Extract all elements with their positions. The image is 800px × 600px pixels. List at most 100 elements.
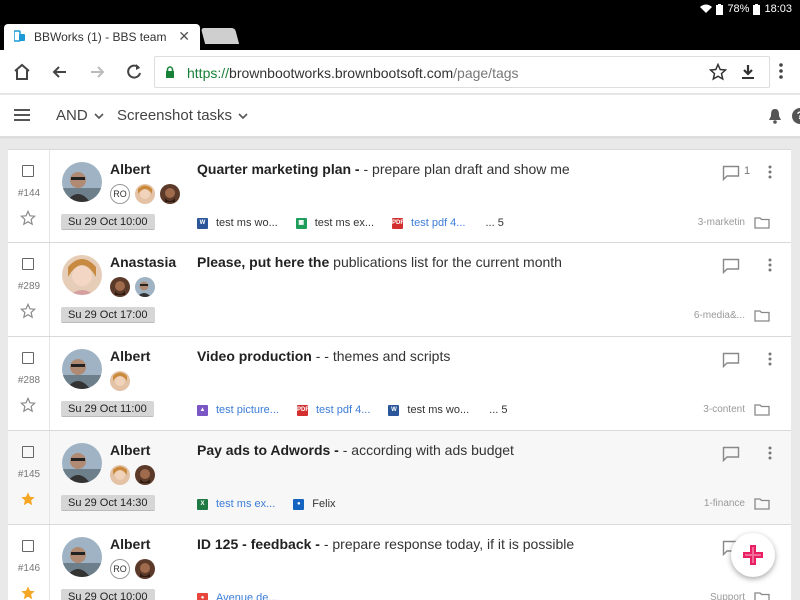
folder-icon[interactable] bbox=[754, 309, 770, 322]
battery-full-icon bbox=[753, 3, 761, 15]
task-title[interactable]: Video production - - themes and scripts bbox=[197, 348, 450, 364]
task-checkbox[interactable] bbox=[22, 352, 34, 364]
forward-arrow-icon[interactable] bbox=[87, 62, 107, 82]
filter-label: AND bbox=[56, 107, 88, 124]
folder-icon[interactable] bbox=[754, 591, 770, 600]
assignee-avatar[interactable] bbox=[135, 465, 155, 485]
add-task-fab[interactable] bbox=[731, 533, 775, 577]
task-checkbox[interactable] bbox=[22, 165, 34, 177]
star-outline-icon[interactable] bbox=[20, 210, 36, 226]
reload-icon[interactable] bbox=[124, 62, 144, 82]
task-row[interactable]: #144 Albert RO Su 29 Oct 10:00 Quarter m… bbox=[8, 149, 791, 243]
chevron-down-icon bbox=[238, 112, 248, 119]
owner-name: Albert bbox=[110, 161, 151, 177]
more-attachments[interactable]: ... 5 bbox=[489, 404, 507, 416]
assignee-avatar[interactable] bbox=[110, 465, 130, 485]
task-title[interactable]: Pay ads to Adwords - - according with ad… bbox=[197, 442, 514, 458]
browser-tab-active[interactable]: BBWorks (1) - BBS team ✕ bbox=[4, 24, 200, 50]
task-list: #144 Albert RO Su 29 Oct 10:00 Quarter m… bbox=[8, 149, 791, 600]
attachments: Xtest ms ex... ● Felix bbox=[197, 498, 354, 510]
task-title[interactable]: ID 125 - feedback - - prepare response t… bbox=[197, 536, 574, 552]
star-outline-icon[interactable] bbox=[20, 303, 36, 319]
folder-icon[interactable] bbox=[754, 497, 770, 510]
more-attachments[interactable]: ... 5 bbox=[485, 217, 503, 229]
task-row[interactable]: #145 Albert Su 29 Oct 14:30 Pay ads to A… bbox=[8, 431, 791, 525]
url-text: https://brownbootworks.brownbootsoft.com… bbox=[187, 65, 519, 81]
address-bar[interactable]: https://brownbootworks.brownbootsoft.com… bbox=[154, 56, 770, 88]
filter-dropdown[interactable]: AND bbox=[56, 107, 104, 124]
app-header: AND Screenshot tasks ? bbox=[0, 95, 800, 137]
image-file-icon: ▲ bbox=[197, 404, 208, 416]
attachment[interactable]: ▦ test ms ex... bbox=[295, 217, 374, 229]
row-menu-icon[interactable] bbox=[768, 446, 772, 460]
comment-icon[interactable] bbox=[722, 165, 740, 181]
new-tab-button[interactable] bbox=[200, 28, 240, 44]
task-checkbox[interactable] bbox=[22, 446, 34, 458]
attachment[interactable]: PDF test pdf 4... bbox=[392, 217, 465, 229]
assignee-avatar[interactable] bbox=[160, 184, 180, 204]
task-title[interactable]: Please, put here the publications list f… bbox=[197, 254, 562, 270]
row-gutter: #146 bbox=[8, 525, 50, 600]
owner-name: Albert bbox=[110, 442, 151, 458]
row-menu-icon[interactable] bbox=[768, 352, 772, 366]
bookmark-star-icon[interactable] bbox=[709, 63, 727, 81]
due-date-badge: Su 29 Oct 10:00 bbox=[61, 214, 155, 230]
project-tag: 3-content bbox=[703, 404, 745, 415]
row-gutter: #289 bbox=[8, 243, 50, 336]
home-icon[interactable] bbox=[12, 62, 32, 82]
folder-icon[interactable] bbox=[754, 403, 770, 416]
assignee-avatar[interactable] bbox=[110, 371, 130, 391]
star-filled-icon[interactable] bbox=[20, 585, 36, 600]
comment-icon[interactable] bbox=[722, 352, 740, 368]
notifications-bell-icon[interactable] bbox=[768, 108, 782, 124]
task-checkbox[interactable] bbox=[22, 258, 34, 270]
attachment[interactable]: ● Felix bbox=[293, 498, 336, 510]
owner-avatar[interactable] bbox=[62, 443, 102, 483]
clock: 18:03 bbox=[764, 3, 792, 15]
project-tag: 6-media&... bbox=[693, 310, 745, 321]
browser-menu-icon[interactable] bbox=[778, 62, 784, 80]
task-row[interactable]: #146 Albert RO Su 29 Oct 10:00 ID 125 - … bbox=[8, 525, 791, 600]
browser-toolbar: https://brownbootworks.brownbootsoft.com… bbox=[0, 50, 800, 94]
attachment[interactable]: Xtest ms ex... bbox=[197, 498, 275, 510]
attachments: Wtest ms wo... ▦ test ms ex... PDF test pd… bbox=[197, 217, 504, 229]
task-row[interactable]: #288 Albert Su 29 Oct 11:00 Video produc… bbox=[8, 337, 791, 431]
attachment[interactable]: Wtest ms wo... bbox=[197, 217, 278, 229]
star-filled-icon[interactable] bbox=[20, 491, 36, 507]
assignee-avatar[interactable] bbox=[135, 559, 155, 579]
task-title[interactable]: Quarter marketing plan - - prepare plan … bbox=[197, 161, 570, 177]
comment-icon[interactable] bbox=[722, 258, 740, 274]
task-number: #289 bbox=[17, 281, 41, 292]
attachment[interactable]: PDF test pdf 4... bbox=[296, 404, 370, 416]
assignee-avatar[interactable] bbox=[135, 277, 155, 297]
hamburger-menu-icon[interactable] bbox=[14, 109, 30, 121]
attachment[interactable]: Wtest ms wo... bbox=[388, 404, 469, 416]
status-bar: 78% 18:03 bbox=[0, 0, 800, 20]
browser-tab-strip: BBWorks (1) - BBS team ✕ bbox=[0, 20, 800, 50]
owner-avatar[interactable] bbox=[62, 537, 102, 577]
assignee-initials-avatar[interactable]: RO bbox=[110, 184, 130, 204]
attachment[interactable]: ▲ test picture... bbox=[197, 404, 279, 416]
comment-icon[interactable] bbox=[722, 446, 740, 462]
tab-title: BBWorks (1) - BBS team bbox=[34, 30, 167, 44]
owner-avatar[interactable] bbox=[62, 349, 102, 389]
project-tag: 1-finance bbox=[703, 498, 745, 509]
view-dropdown[interactable]: Screenshot tasks bbox=[117, 107, 248, 124]
task-row[interactable]: #289 Anastasia Su 29 Oct 17:00 Please, p… bbox=[8, 243, 791, 337]
star-outline-icon[interactable] bbox=[20, 397, 36, 413]
row-menu-icon[interactable] bbox=[768, 258, 772, 272]
tab-close-icon[interactable]: ✕ bbox=[178, 28, 190, 45]
assignee-initials-avatar[interactable]: RO bbox=[110, 559, 130, 579]
task-checkbox[interactable] bbox=[22, 540, 34, 552]
back-arrow-icon[interactable] bbox=[50, 62, 70, 82]
assignee-avatar[interactable] bbox=[135, 184, 155, 204]
owner-avatar[interactable] bbox=[62, 255, 102, 295]
folder-icon[interactable] bbox=[754, 216, 770, 229]
owner-avatar[interactable] bbox=[62, 162, 102, 202]
owner-name: Albert bbox=[110, 536, 151, 552]
assignee-avatar[interactable] bbox=[110, 277, 130, 297]
help-icon[interactable]: ? bbox=[792, 108, 800, 124]
row-menu-icon[interactable] bbox=[768, 165, 772, 179]
attachment[interactable]: ● Avenue de... bbox=[197, 592, 278, 600]
download-icon[interactable] bbox=[739, 63, 757, 81]
